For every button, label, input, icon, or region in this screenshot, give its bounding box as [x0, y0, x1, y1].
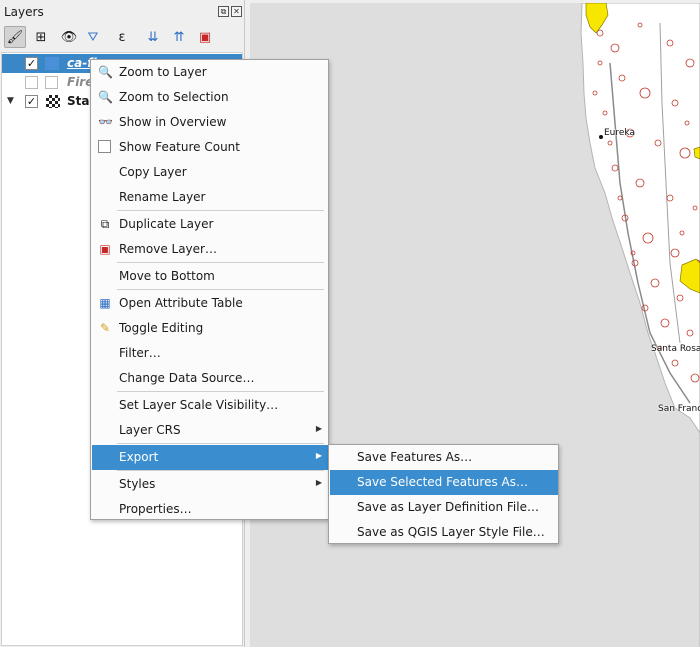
pencil-icon: ✎ [99, 321, 111, 335]
float-panel-icon[interactable]: ⧉ [218, 6, 229, 17]
menu-item-save-features-as[interactable]: Save Features As… [330, 445, 558, 470]
add-group-icon[interactable]: ⊞ [30, 26, 52, 48]
menu-item-layer-crs[interactable]: Layer CRS ▶ [92, 418, 328, 443]
menu-item-remove-layer[interactable]: ▣ Remove Layer… [92, 237, 328, 262]
city-label: Santa Rosa [651, 344, 700, 354]
menu-item-label: Set Layer Scale Visibility… [119, 398, 279, 412]
export-submenu: Save Features As… Save Selected Features… [328, 444, 559, 544]
menu-item-zoom-to-selection[interactable]: 🔍 Zoom to Selection [92, 85, 328, 110]
city-marker [599, 135, 603, 139]
menu-separator [117, 391, 324, 392]
collapse-all-icon[interactable]: ⇈ [168, 26, 190, 48]
highlighted-fire [693, 146, 700, 160]
menu-item-styles[interactable]: Styles ▶ [92, 472, 328, 497]
layer-visibility-checkbox[interactable]: ✓ [25, 95, 38, 108]
menu-separator [117, 470, 324, 471]
menu-item-open-attribute-table[interactable]: ▦ Open Attribute Table [92, 291, 328, 316]
submenu-arrow-icon: ▶ [315, 424, 322, 433]
zoom-selection-icon: 🔍 [98, 90, 113, 104]
menu-item-label: Remove Layer… [119, 242, 217, 256]
close-panel-icon[interactable]: ✕ [231, 6, 242, 17]
attribute-table-icon: ▦ [99, 296, 111, 310]
menu-item-copy-layer[interactable]: Copy Layer [92, 160, 328, 185]
remove-layer-icon: ▣ [99, 242, 111, 256]
menu-separator [117, 289, 324, 290]
menu-item-label: Change Data Source… [119, 371, 255, 385]
menu-item-label: Export [119, 450, 159, 464]
menu-item-set-layer-scale-visibility[interactable]: Set Layer Scale Visibility… [92, 393, 328, 418]
menu-item-label: Show Feature Count [119, 140, 240, 154]
menu-separator [117, 443, 324, 444]
duplicate-layer-icon: ⧉ [100, 217, 110, 231]
menu-item-label: Rename Layer [119, 190, 206, 204]
menu-item-label: Zoom to Selection [119, 90, 229, 104]
menu-item-label: Move to Bottom [119, 269, 215, 283]
zoom-layer-icon: 🔍 [98, 65, 113, 79]
layer-symbol-icon [45, 76, 58, 89]
land-area [580, 3, 700, 647]
panel-title: Layers [4, 5, 44, 19]
menu-item-label: Styles [119, 477, 156, 491]
layer-context-menu: 🔍 Zoom to Layer 🔍 Zoom to Selection 👓 Sh… [90, 59, 329, 520]
menu-item-zoom-to-layer[interactable]: 🔍 Zoom to Layer [92, 60, 328, 85]
menu-item-show-in-overview[interactable]: 👓 Show in Overview [92, 110, 328, 135]
menu-item-label: Save Selected Features As… [357, 475, 528, 489]
remove-layer-icon[interactable]: ▣ [194, 26, 216, 48]
menu-item-save-selected-features-as[interactable]: Save Selected Features As… [330, 470, 558, 495]
menu-item-label: Copy Layer [119, 165, 187, 179]
menu-item-save-qgis-layer-style[interactable]: Save as QGIS Layer Style File… [330, 520, 558, 545]
city-label: Eureka [604, 128, 635, 138]
menu-item-export[interactable]: Export ▶ [92, 445, 328, 470]
menu-item-filter[interactable]: Filter… [92, 341, 328, 366]
layer-visibility-checkbox[interactable] [25, 76, 38, 89]
menu-item-label: Open Attribute Table [119, 296, 243, 310]
city-label: San Franc [658, 404, 700, 414]
menu-item-label: Properties… [119, 502, 192, 516]
layers-toolbar: 🖌 ⊞ 👁 ⛛ ε ⇊ ⇈ ▣ [2, 25, 242, 51]
menu-item-change-data-source[interactable]: Change Data Source… [92, 366, 328, 391]
expander-icon[interactable]: ▼ [7, 96, 14, 106]
submenu-arrow-icon: ▶ [315, 478, 322, 487]
menu-item-label: Duplicate Layer [119, 217, 214, 231]
menu-item-move-to-bottom[interactable]: Move to Bottom [92, 264, 328, 289]
submenu-arrow-icon: ▶ [315, 451, 322, 460]
manage-visibility-icon[interactable]: 👁 [56, 26, 82, 48]
feature-count-checkbox[interactable] [98, 140, 111, 153]
menu-item-label: Save Features As… [357, 450, 473, 464]
menu-item-save-layer-definition[interactable]: Save as Layer Definition File… [330, 495, 558, 520]
menu-item-properties[interactable]: Properties… [92, 497, 328, 522]
style-manager-icon[interactable]: 🖌 [4, 26, 26, 48]
menu-item-label: Save as QGIS Layer Style File… [357, 525, 545, 539]
layer-visibility-checkbox[interactable]: ✓ [25, 57, 38, 70]
layer-symbol-icon [45, 57, 59, 70]
filter-expression-icon[interactable]: ε [106, 26, 138, 48]
raster-layer-icon [46, 95, 60, 108]
menu-item-label: Save as Layer Definition File… [357, 500, 539, 514]
menu-item-label: Show in Overview [119, 115, 227, 129]
expand-all-icon[interactable]: ⇊ [142, 26, 164, 48]
menu-separator [117, 210, 324, 211]
menu-item-label: Layer CRS [119, 423, 181, 437]
overview-icon: 👓 [98, 115, 113, 129]
menu-item-rename-layer[interactable]: Rename Layer [92, 185, 328, 210]
menu-item-label: Toggle Editing [119, 321, 204, 335]
filter-legend-icon[interactable]: ⛛ [82, 26, 104, 48]
menu-item-show-feature-count[interactable]: Show Feature Count [92, 135, 328, 160]
menu-item-duplicate-layer[interactable]: ⧉ Duplicate Layer [92, 212, 328, 237]
menu-item-toggle-editing[interactable]: ✎ Toggle Editing [92, 316, 328, 341]
menu-separator [117, 262, 324, 263]
menu-item-label: Filter… [119, 346, 161, 360]
menu-item-label: Zoom to Layer [119, 65, 207, 79]
